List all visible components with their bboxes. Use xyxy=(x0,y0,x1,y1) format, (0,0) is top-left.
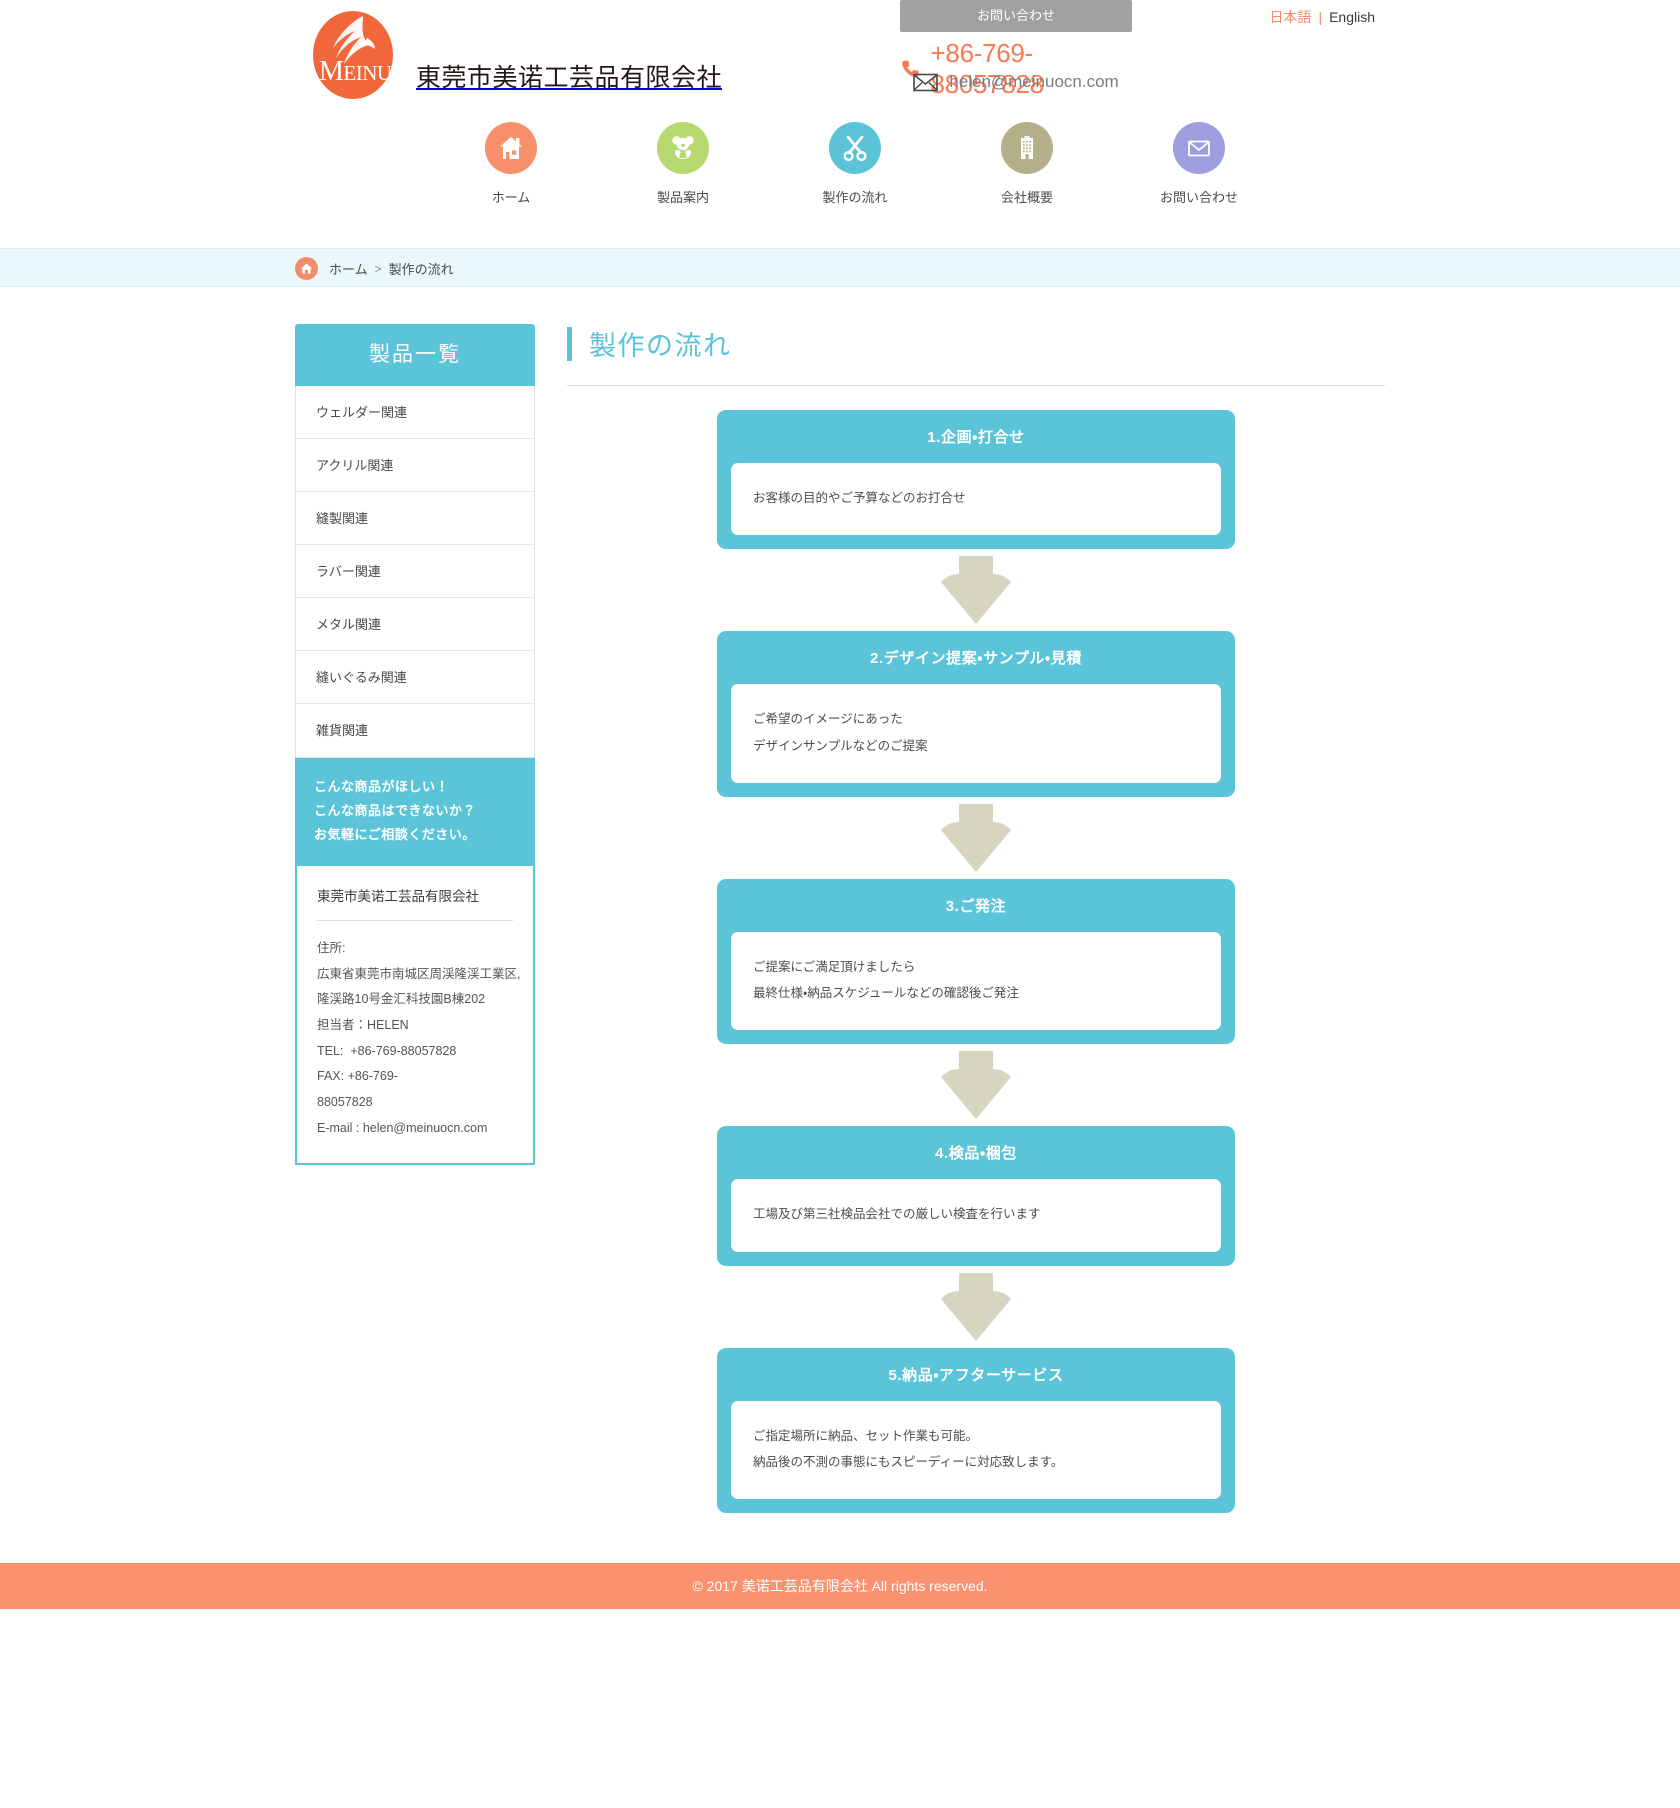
header-email[interactable]: helen@meinuocn.com xyxy=(900,72,1132,92)
sidebar-detail-line: 88057828 xyxy=(317,1094,373,1109)
contact-button[interactable]: お問い合わせ xyxy=(900,0,1132,32)
flow-arrow-3 xyxy=(717,1044,1235,1126)
flow-arrow-4 xyxy=(717,1266,1235,1348)
breadcrumb-bar: ホーム > 製作の流れ xyxy=(0,248,1680,287)
sidebar-company-details: 住所: 広東省東莞市南城区周渓隆渓工業区, 隆渓路10号金汇科技園B棟202 担… xyxy=(317,921,521,1141)
logo-wordmark: MEINUO xyxy=(319,56,407,87)
sidebar-detail-line: 担当者：HELEN xyxy=(317,1018,409,1033)
sidebar-detail-line: FAX: +86-769- xyxy=(317,1069,398,1084)
down-arrow-icon xyxy=(941,556,1011,625)
meinuo-logo-icon: MEINUO xyxy=(305,6,407,101)
flow-step-1: 1.企画・打合せ お客様の目的やご予算などのお打合せ xyxy=(717,410,1235,550)
down-arrow-icon xyxy=(941,803,1011,872)
sidebar-detail-line: 隆渓路10号金汇科技園B棟202 xyxy=(317,992,486,1007)
sidebar-company-name: 東莞市美诺工芸品有限会社 xyxy=(317,885,513,922)
flow-step-body: ご希望のイメージにあった デザインサンプルなどのご提案 xyxy=(731,684,1221,783)
mail-icon xyxy=(913,73,939,91)
flow-step-text: ご提案にご満足頂けましたら 最終仕様・納品スケジュールなどの確認後ご発注 xyxy=(753,959,1019,1000)
header-email-address: helen@meinuocn.com xyxy=(949,72,1119,91)
lang-separator: | xyxy=(1318,9,1323,25)
page-root: MEINUO 東莞市美诺工芸品有限会社 日本語 | English お問い合わせ +… xyxy=(0,0,1680,1609)
sidebar: 製品一覧 ウェルダー関連 アクリル関連 縫製関連 ラバー関連 メタル関連 縫いぐ… xyxy=(295,324,535,1166)
flow-step-title: 2.デザイン提案・サンプル・見積 xyxy=(870,650,1082,668)
flow-step-body: ご提案にご満足頂けましたら 最終仕様・納品スケジュールなどの確認後ご発注 xyxy=(731,931,1221,1031)
home-icon xyxy=(485,122,537,174)
sidebar-item-sewing[interactable]: 縫製関連 xyxy=(296,492,534,545)
page-content: 製品一覧 ウェルダー関連 アクリル関連 縫製関連 ラバー関連 メタル関連 縫いぐ… xyxy=(285,287,1395,1513)
sidebar-company-card: 東莞市美诺工芸品有限会社 住所: 広東省東莞市南城区周渓隆渓工業区, 隆渓路10… xyxy=(295,866,535,1166)
sidebar-cta-text: こんな商品がほしい！ こんな商品はできないか？ お気軽にご相談ください。 xyxy=(314,779,477,843)
flow-arrow-1 xyxy=(717,549,1235,631)
sidebar-item-rubber[interactable]: ラバー関連 xyxy=(296,545,534,598)
site-footer: © 2017 美诺工芸品有限会社 All rights reserved. xyxy=(0,1563,1680,1609)
flow-arrow-2 xyxy=(717,797,1235,879)
sidebar-detail-line: E-mail : helen@meinuocn.com xyxy=(317,1120,488,1135)
flow-step-3: 3.ご発注 ご提案にご満足頂けましたら 最終仕様・納品スケジュールなどの確認後ご… xyxy=(717,878,1235,1045)
site-header: MEINUO 東莞市美诺工芸品有限会社 日本語 | English お問い合わせ +… xyxy=(0,0,1680,248)
sidebar-item-metal[interactable]: メタル関連 xyxy=(296,598,534,651)
home-icon xyxy=(295,257,318,280)
flow-step-text: ご希望のイメージにあった デザインサンプルなどのご提案 xyxy=(753,712,928,753)
sidebar-item-welder[interactable]: ウェルダー関連 xyxy=(296,386,534,439)
nav-label: 製品案内 xyxy=(656,190,709,205)
flow-step-4: 4.検品・梱包 工場及び第三社検品会社での厳しい検査を行います xyxy=(717,1126,1235,1266)
flow-step-body: ご指定場所に納品、セット作業も可能。 納品後の不測の事態にもスピーディーに対応致… xyxy=(731,1400,1221,1499)
flow-step-title: 1.企画・打合せ xyxy=(927,429,1025,446)
down-arrow-icon xyxy=(941,1272,1011,1341)
site-logo-link[interactable]: MEINUO 東莞市美诺工芸品有限会社 xyxy=(305,6,722,101)
sidebar-heading: 製品一覧 xyxy=(295,324,535,386)
flow-step-text: 工場及び第三社検品会社での厳しい検査を行います xyxy=(753,1207,1041,1222)
sidebar-detail-line: 住所: xyxy=(317,941,346,956)
main-navigation: ホーム 製品案内 製作の流れ 会社概要 お問い合わせ xyxy=(425,122,1285,206)
sidebar-cta-banner[interactable]: こんな商品がほしい！ こんな商品はできないか？ お気軽にご相談ください。 xyxy=(295,758,535,867)
flow-step-title: 5.納品・アフターサービス xyxy=(888,1366,1064,1384)
nav-item-process[interactable]: 製作の流れ xyxy=(769,122,941,206)
nav-item-products[interactable]: 製品案内 xyxy=(597,122,769,206)
nav-label: お問い合わせ xyxy=(1159,190,1238,205)
breadcrumb-current: 製作の流れ xyxy=(388,262,454,277)
flow-step-title: 3.ご発注 xyxy=(945,897,1007,915)
sidebar-product-list: ウェルダー関連 アクリル関連 縫製関連 ラバー関連 メタル関連 縫いぐるみ関連 … xyxy=(295,386,535,758)
envelope-icon xyxy=(1173,122,1225,174)
page-title-block: 製作の流れ xyxy=(567,324,1385,386)
flow-step-5: 5.納品・アフターサービス ご指定場所に納品、セット作業も可能。 納品後の不測の… xyxy=(717,1347,1235,1513)
sidebar-detail-line: 広東省東莞市南城区周渓隆渓工業区, xyxy=(317,966,521,981)
sidebar-item-sundries[interactable]: 雑貨関連 xyxy=(296,704,534,757)
breadcrumb: ホーム > 製作の流れ xyxy=(285,249,1395,288)
brand-name: 東莞市美诺工芸品有限会社 xyxy=(416,62,723,92)
nav-label: 製作の流れ xyxy=(822,190,888,205)
nav-item-contact[interactable]: お問い合わせ xyxy=(1113,122,1285,206)
down-arrow-icon xyxy=(941,1051,1011,1120)
flow-step-2: 2.デザイン提案・サンプル・見積 ご希望のイメージにあった デザインサンプルなど… xyxy=(717,631,1235,797)
flow-step-text: お客様の目的やご予算などのお打合せ xyxy=(753,491,966,505)
lang-link-english[interactable]: English xyxy=(1329,9,1375,25)
flow-step-text: ご指定場所に納品、セット作業も可能。 納品後の不測の事態にもスピーディーに対応致… xyxy=(753,1428,1064,1469)
scissors-icon xyxy=(829,122,881,174)
copyright-text: © 2017 美诺工芸品有限会社 All rights reserved. xyxy=(692,1578,988,1594)
main-column: 製作の流れ 1.企画・打合せ お客様の目的やご予算などのお打合せ 2.デザイン提… xyxy=(567,324,1395,1513)
breadcrumb-link-home[interactable]: ホーム xyxy=(329,259,368,278)
sidebar-item-acrylic[interactable]: アクリル関連 xyxy=(296,439,534,492)
nav-item-company[interactable]: 会社概要 xyxy=(941,122,1113,206)
page-title: 製作の流れ xyxy=(589,331,732,361)
building-icon xyxy=(1001,122,1053,174)
flow-step-title: 4.検品・梱包 xyxy=(935,1145,1017,1163)
lang-link-japanese[interactable]: 日本語 xyxy=(1269,9,1311,25)
language-switcher: 日本語 | English xyxy=(1269,7,1375,27)
nav-label: 会社概要 xyxy=(1000,190,1053,205)
flow-step-body: お客様の目的やご予算などのお打合せ xyxy=(731,463,1221,536)
nav-label: ホーム xyxy=(491,190,531,205)
flow-step-body: 工場及び第三社検品会社での厳しい検査を行います xyxy=(731,1179,1221,1252)
bear-icon xyxy=(657,122,709,174)
breadcrumb-separator: > xyxy=(374,261,382,276)
process-flow: 1.企画・打合せ お客様の目的やご予算などのお打合せ 2.デザイン提案・サンプル… xyxy=(567,386,1385,1513)
nav-item-home[interactable]: ホーム xyxy=(425,122,597,206)
sidebar-item-plush[interactable]: 縫いぐるみ関連 xyxy=(296,651,534,704)
sidebar-detail-line: TEL: +86-769-88057828 xyxy=(317,1043,457,1058)
title-accent-bar xyxy=(567,326,572,361)
